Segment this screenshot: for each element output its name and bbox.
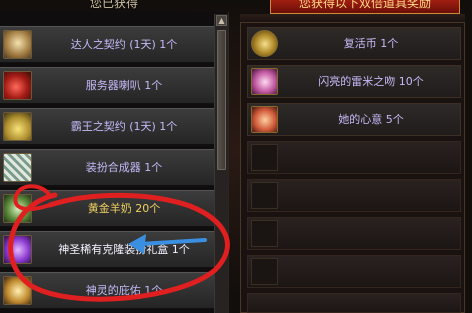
right-panel-frame [240,14,465,22]
empty-slot-icon [251,144,278,171]
blessing-icon [3,276,32,305]
list-item[interactable]: 达人之契约 (1天) 1个 [0,26,214,63]
list-item[interactable]: 霸王之契约 (1天) 1个 [0,108,214,145]
empty-slot-icon [251,258,278,285]
gift-box-icon [3,235,32,264]
overlord-contract-icon [3,112,32,141]
list-item[interactable]: 闪亮的雷米之吻 10个 [247,65,461,98]
empty-slot-icon [251,220,278,247]
goat-milk-icon [3,194,32,223]
heart-gift-icon [251,106,278,133]
scroll-thumb[interactable] [217,30,226,170]
item-label: 服务器喇叭 1个 [85,79,163,92]
contract-scroll-icon [3,30,32,59]
remy-kiss-icon [251,68,278,95]
empty-slot [247,293,461,313]
list-item[interactable]: 黄金羊奶 20个 [0,190,214,227]
scroll-up-icon[interactable]: ▲ [216,15,227,26]
list-item[interactable]: 神灵的庇佑 1个 [0,272,214,309]
list-item[interactable]: 神圣稀有克隆装扮礼盒 1个 [0,231,214,268]
empty-slot [247,255,461,288]
double-reward-list: 复活币 1个 闪亮的雷米之吻 10个 她的心意 5个 [240,22,465,313]
megaphone-icon [3,71,32,100]
item-label: 霸王之契约 (1天) 1个 [70,120,178,133]
synthesizer-icon [3,153,32,182]
double-reward-header: 您获得以下双倍道具奖励 [270,0,460,14]
item-label: 神灵的庇佑 1个 [85,284,163,297]
scrollbar[interactable]: ▲ [214,14,228,313]
empty-slot [247,141,461,174]
list-item[interactable]: 复活币 1个 [247,27,461,60]
item-label: 黄金羊奶 20个 [87,202,161,215]
item-label: 复活币 1个 [343,37,399,50]
obtained-header: 您已获得 [89,0,138,10]
revive-coin-icon [251,30,278,57]
item-label: 闪亮的雷米之吻 10个 [318,75,424,88]
list-item[interactable]: 装扮合成器 1个 [0,149,214,186]
item-label: 她的心意 5个 [338,113,404,126]
list-item[interactable]: 服务器喇叭 1个 [0,67,214,104]
item-label: 达人之契约 (1天) 1个 [70,38,178,51]
item-label: 装扮合成器 1个 [85,161,163,174]
item-label: 神圣稀有克隆装扮礼盒 1个 [58,243,190,256]
empty-slot-icon [251,182,278,209]
empty-slot [247,179,461,212]
list-item[interactable]: 她的心意 5个 [247,103,461,136]
obtained-items-list: 达人之契约 (1天) 1个 服务器喇叭 1个 霸王之契约 (1天) 1个 装扮合… [0,12,229,313]
empty-slot [247,217,461,250]
